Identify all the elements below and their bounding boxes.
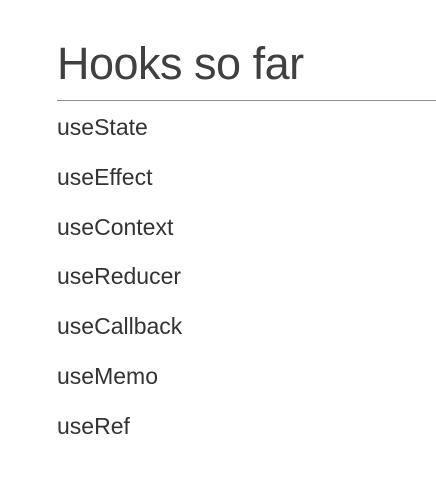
list-item-usestate: useState — [57, 114, 148, 140]
title-divider — [57, 100, 436, 101]
list-item-usecontext: useContext — [57, 213, 174, 240]
list-item-usereducer: useReducer — [57, 263, 182, 290]
hook-list: useState useEffect useContext useReducer… — [57, 115, 182, 464]
slide-title: Hooks so far — [57, 38, 304, 89]
list-item-useref: useRef — [57, 412, 130, 439]
slide: Hooks so far useState useEffect useConte… — [0, 0, 436, 494]
list-item-usememo: useMemo — [57, 362, 158, 389]
list-item-usecallback: useCallback — [57, 313, 183, 340]
list-item-useeffect: useEffect — [57, 163, 153, 190]
